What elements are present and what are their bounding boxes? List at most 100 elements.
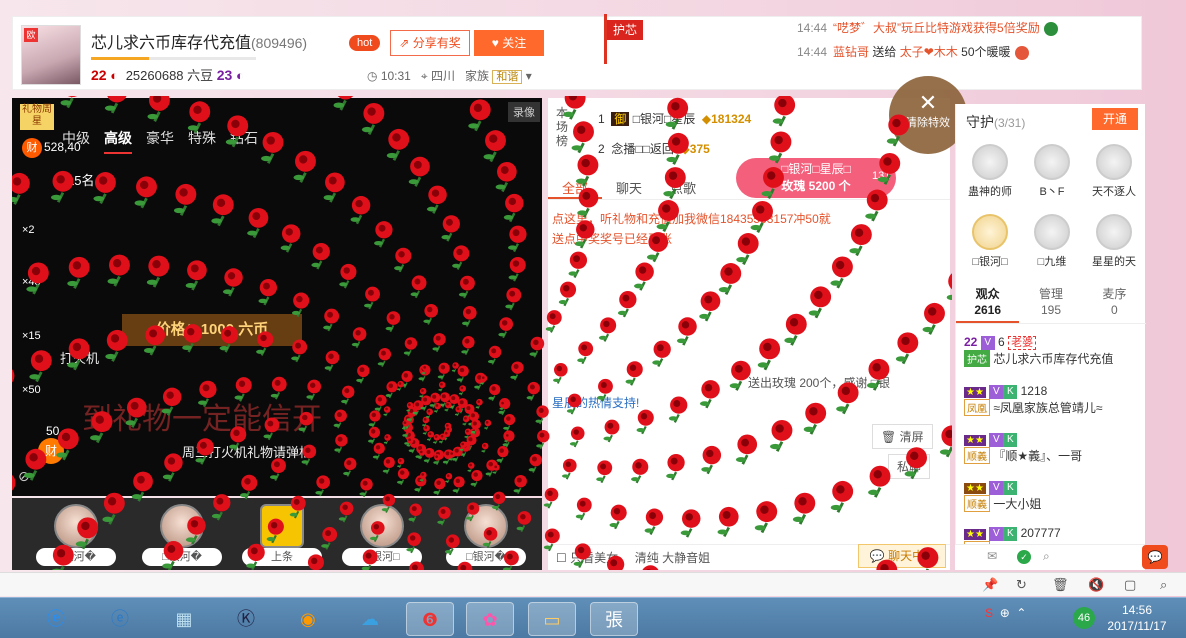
guard-member[interactable]: 蛊神的师: [960, 144, 1020, 199]
audience-row[interactable]: ★★ VK 1218 凤凰 ≈凤凰家族总管靖儿≈: [964, 384, 1144, 416]
right-panel: 守护(3/31) 开通 蛊神的师 B丶F 天不逐人 □银河□ □九维 星星的天 观众 261…: [955, 104, 1146, 570]
rank-tab[interactable]: 本场榜: [556, 106, 576, 148]
rotate-icon[interactable]: ↻: [1016, 577, 1027, 593]
mic-seat[interactable]: □银河�: [36, 504, 116, 566]
stack-count: ×50: [22, 384, 41, 396]
photo-icon[interactable]: ✿: [466, 602, 514, 636]
guard-member[interactable]: □银河□: [960, 214, 1020, 269]
trash-icon[interactable]: 🗑: [1052, 577, 1069, 593]
gift-tab[interactable]: 豪华: [146, 128, 174, 154]
folder-icon[interactable]: ▭: [528, 602, 576, 636]
share-icon: ⇗: [399, 36, 410, 50]
host-level-left: 22: [91, 67, 107, 83]
search-icon[interactable]: ⌕: [1160, 577, 1167, 593]
chatting-button[interactable]: 💬 聊天中...: [858, 544, 946, 568]
tab-audience[interactable]: 观众 2616: [956, 282, 1020, 323]
notice-row: 14:44 “呓梦゛大叔”玩丘比特游戏获得5倍奖励: [797, 16, 1127, 40]
notepad-icon[interactable]: ▦: [160, 602, 208, 636]
exclusive-tag: 欧: [24, 28, 38, 42]
six-room-icon[interactable]: ❻: [406, 602, 454, 636]
mic-off-icon[interactable]: ⊘: [18, 468, 38, 488]
popup-count: 131: [868, 170, 895, 182]
guard-name: 天不逐人: [1092, 186, 1136, 198]
gift-tab-active[interactable]: 高级: [104, 128, 132, 154]
browser-icon[interactable]: ⓔ: [96, 602, 144, 636]
guard-member[interactable]: 星星的天: [1084, 214, 1144, 269]
chat-panel: 本场榜 1 御 □银河□星辰 ◆181324 2 念播□□返回 ◆375 全部 …: [548, 98, 950, 570]
host-beans: 25260688 六豆: [125, 68, 214, 83]
ie-icon[interactable]: ⓔ: [32, 602, 80, 636]
family-badge[interactable]: 和谐: [492, 70, 523, 84]
video-stream[interactable]: 礼物周星 中级 高级 豪华 特殊 钻石 财 528,40 第15名 ×2 ×48…: [12, 98, 542, 496]
window-icon[interactable]: ▢: [1124, 577, 1136, 593]
tab-songs[interactable]: 点歌: [656, 174, 710, 199]
chevron-down-icon[interactable]: ▾: [526, 69, 532, 83]
clock-icon: ◷: [367, 69, 378, 83]
pin-icon[interactable]: 📌: [982, 577, 998, 593]
system-clock[interactable]: 14:56 2017/11/17: [1092, 602, 1182, 634]
chat-input-bar[interactable]: ✉ ✓ ⌕: [955, 544, 1145, 570]
app-zhang-icon[interactable]: 張: [590, 602, 638, 636]
avatar: [1034, 144, 1070, 180]
guard-member[interactable]: □九维: [1022, 214, 1082, 269]
mic-seat[interactable]: □银河□: [342, 504, 422, 566]
gift-tab[interactable]: 钻石: [230, 128, 258, 154]
follow-button[interactable]: ♥ 关注: [474, 30, 544, 56]
send-message-button[interactable]: 💬: [1142, 545, 1168, 569]
tab-chat[interactable]: 聊天: [602, 174, 656, 199]
gift-icon: [1014, 45, 1029, 60]
mic-seat[interactable]: □银河�: [446, 504, 526, 566]
stack-count: ×2: [22, 224, 35, 236]
chrome-icon[interactable]: ◉: [284, 602, 332, 636]
cloud-icon[interactable]: ☁: [346, 602, 394, 636]
guard-flag-label: 护芯: [607, 20, 643, 40]
tab-all[interactable]: 全部: [548, 174, 603, 199]
checkbox[interactable]: ☐: [556, 551, 567, 565]
host-level-right: 23: [216, 67, 233, 83]
gift-tab[interactable]: 特殊: [188, 128, 216, 154]
mail-icon[interactable]: ✉: [987, 549, 997, 563]
check-icon[interactable]: ✓: [1017, 550, 1031, 564]
guard-name: □银河□: [972, 256, 1008, 268]
gift-tabs: 中级 高级 豪华 特殊 钻石: [62, 128, 258, 154]
mic-row: □银河� □银河� 上条 □银河□ □银河�: [12, 498, 542, 570]
guard-member[interactable]: B丶F: [1022, 144, 1082, 199]
open-guard-button[interactable]: 开通: [1092, 108, 1138, 130]
chat-message[interactable]: 送出玫瑰 200个，感谢 □银: [748, 374, 938, 391]
system-tray: S ⊕ ⌃: [985, 606, 1026, 620]
mute-icon[interactable]: 🔇: [1088, 577, 1104, 593]
level-progress: [91, 57, 256, 60]
app-icon[interactable]: Ⓚ: [222, 602, 270, 636]
chat-message[interactable]: 点这里，听礼物和充值加我微信18435563157冲50就: [552, 210, 942, 227]
search-icon[interactable]: ⌕: [1043, 549, 1050, 564]
mic-seat[interactable]: □银河�: [142, 504, 222, 566]
guard-flag[interactable]: 护芯: [600, 14, 654, 64]
host-avatar[interactable]: 欧: [21, 25, 81, 85]
audience-row[interactable]: ★★ VK 顺義 『顺★義』、一哥: [964, 432, 1144, 464]
wealth-badge: 财: [38, 438, 64, 464]
audience-row[interactable]: 22 V 6 老婆 护芯 芯儿求六币库存代充值: [964, 334, 1144, 367]
browser-status-bar: 📌 ↻ 🗑 🔇 ▢ ⌕: [0, 572, 1186, 596]
rank-row[interactable]: 2 念播□□返回 ◆375: [598, 140, 710, 157]
tab-mic-queue[interactable]: 麦序 0: [1083, 282, 1146, 323]
private-chat-button[interactable]: 私聊: [888, 454, 931, 479]
share-button[interactable]: ⇗ 分享有奖: [390, 30, 470, 56]
tab-admin[interactable]: 管理 195: [1019, 282, 1082, 323]
guard-name: B丶F: [1039, 186, 1065, 198]
chat-message[interactable]: 星辰的热情支持!: [552, 394, 942, 411]
sogou-icon[interactable]: S: [985, 606, 993, 620]
gem-icon: [1043, 21, 1058, 36]
rank-row[interactable]: 1 御 □银河□星辰 ◆181324: [598, 110, 751, 127]
clear-screen-button[interactable]: 🗑 清屏: [872, 424, 933, 449]
network-icon[interactable]: ⊕: [1000, 606, 1010, 620]
audience-row[interactable]: ★★ VK 顺義 一大小姐: [964, 480, 1144, 512]
chevron-up-icon[interactable]: ⌃: [1016, 606, 1026, 620]
mic-seat[interactable]: 上条: [242, 504, 322, 566]
chat-message[interactable]: 送点中奖奖号已经到账: [552, 230, 942, 247]
weekly-star-badge[interactable]: 礼物周星: [20, 104, 54, 130]
guard-member[interactable]: 天不逐人: [1084, 144, 1144, 199]
room-meta: ◷ 10:31 ⌖ 四川 家族 和谐 ▾: [367, 69, 532, 84]
avatar: [972, 214, 1008, 250]
start-button[interactable]: [0, 602, 28, 636]
record-button[interactable]: 录像: [508, 102, 540, 122]
